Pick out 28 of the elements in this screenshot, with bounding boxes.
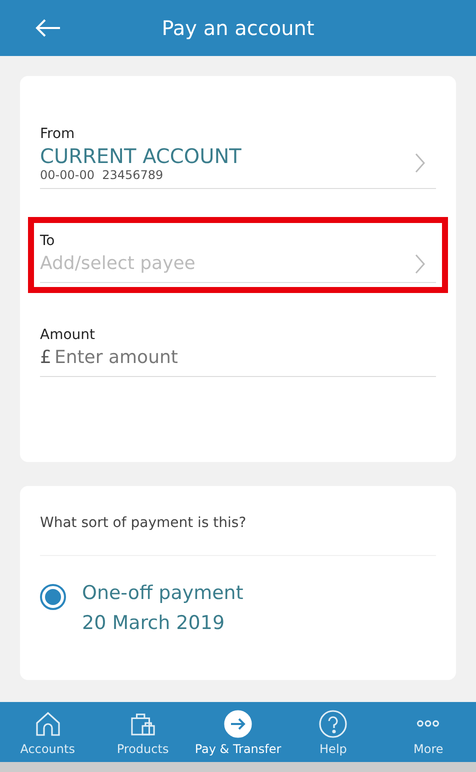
nav-tab[interactable]: Help	[286, 702, 381, 762]
form-field[interactable]: From CURRENT ACCOUNT 00-00-00 23456789	[40, 118, 436, 189]
more-icon	[417, 720, 440, 727]
account-name: CURRENT ACCOUNT	[40, 144, 242, 168]
account-number: 00-00-00 23456789	[40, 168, 164, 182]
currency-symbol: £	[40, 347, 52, 368]
arrow-circle-icon	[224, 710, 252, 738]
form-field[interactable]: To Add/select payee	[40, 225, 436, 283]
field-label: From	[40, 126, 76, 142]
payment-date: 20 March 2019	[82, 612, 226, 634]
screen-title: Pay an account	[160, 16, 316, 40]
nav-tab[interactable]: Pay & Transfer	[190, 702, 286, 762]
help-icon	[319, 710, 348, 738]
payee-placeholder: Add/select payee	[40, 252, 196, 276]
field-label: Amount	[40, 327, 96, 343]
shopping-bag-icon	[130, 712, 155, 736]
payment-question: What sort of payment is this?	[40, 515, 246, 531]
nav-tab[interactable]: Products	[95, 702, 190, 762]
form-field[interactable]: Amount £ Enter amount	[40, 319, 436, 377]
field-label: To	[40, 233, 56, 249]
chevron-right-icon	[414, 252, 426, 274]
option-label: One-off payment	[82, 582, 244, 604]
back-icon[interactable]	[34, 18, 62, 38]
home-icon	[36, 712, 60, 736]
nav-tab[interactable]: Accounts	[0, 702, 96, 762]
chevron-right-icon	[414, 152, 426, 174]
nav-tab[interactable]: More	[380, 702, 476, 762]
radio-button[interactable]	[40, 584, 66, 610]
